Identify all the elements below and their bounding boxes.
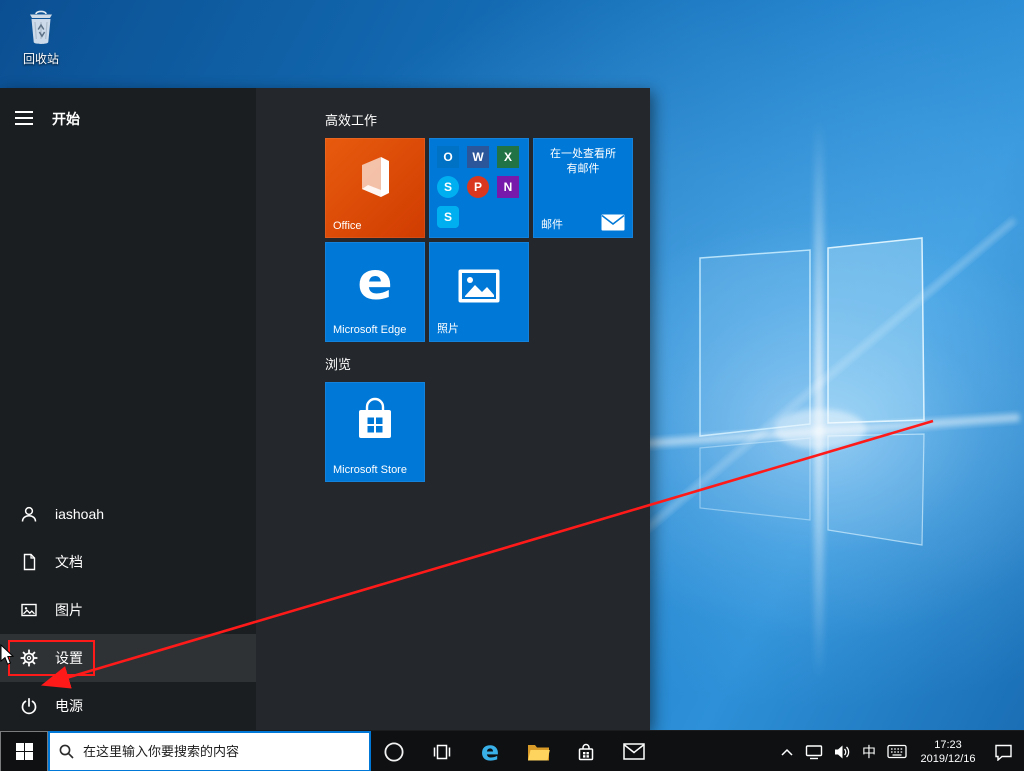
tile-mail[interactable]: 在一处查看所有邮件 邮件 <box>533 138 633 238</box>
task-view-icon <box>431 741 453 763</box>
recycle-bin-icon <box>22 6 60 48</box>
volume-button[interactable] <box>828 731 856 771</box>
tile-label: Microsoft Store <box>333 464 407 476</box>
sidebar-item-power[interactable]: 电源 <box>0 682 256 730</box>
ime-language-label: 中 <box>862 742 876 762</box>
file-explorer-button[interactable] <box>514 731 562 771</box>
edge-icon: e <box>481 731 499 771</box>
settings-label: 设置 <box>55 648 83 668</box>
tile-label: 照片 <box>437 320 459 336</box>
speaker-icon <box>833 744 851 760</box>
document-icon <box>19 552 39 572</box>
start-menu-left-rail: 开始 iashoah 文档 <box>0 88 256 730</box>
chevron-up-icon <box>781 748 793 756</box>
show-hidden-icons-button[interactable] <box>774 731 800 771</box>
sidebar-item-documents[interactable]: 文档 <box>0 538 256 586</box>
clock[interactable]: 17:23 2019/12/16 <box>912 738 984 766</box>
power-icon <box>19 696 39 716</box>
cortana-icon <box>383 741 405 763</box>
action-center-button[interactable] <box>984 731 1022 771</box>
powerpoint-icon: P <box>467 176 489 198</box>
recycle-bin-shortcut[interactable]: 回收站 <box>12 6 70 67</box>
user-icon <box>19 504 39 524</box>
system-tray: 中 17:23 2019/12/16 <box>774 731 1022 771</box>
office-apps-grid: O W X S P N S <box>429 138 529 238</box>
notification-bubble-icon <box>994 743 1013 761</box>
start-menu-tiles: 高效工作 Office O W X S P N S <box>325 88 645 730</box>
taskbar: e <box>0 730 1024 771</box>
folder-icon <box>527 742 550 762</box>
start-menu-rail-items: iashoah 文档 图片 <box>0 490 256 730</box>
tile-group-title-productivity: 高效工作 <box>325 110 377 129</box>
excel-icon: X <box>497 146 519 168</box>
ime-indicator[interactable]: 中 <box>856 731 882 771</box>
mail-taskbar-button[interactable] <box>610 731 658 771</box>
taskbar-app-icons: e <box>370 731 658 771</box>
user-name-label: iashoah <box>55 506 104 522</box>
start-menu: 开始 iashoah 文档 <box>0 88 650 730</box>
tile-microsoft-store[interactable]: Microsoft Store <box>325 382 425 482</box>
recycle-bin-label: 回收站 <box>12 50 70 67</box>
mail-icon <box>623 743 645 760</box>
sidebar-item-pictures[interactable]: 图片 <box>0 586 256 634</box>
skype-icon: S <box>437 206 459 228</box>
outlook-icon: O <box>437 146 459 168</box>
tile-label: 邮件 <box>541 216 563 232</box>
touch-keyboard-button[interactable] <box>882 731 912 771</box>
keyboard-icon <box>887 744 907 759</box>
tile-label: Microsoft Edge <box>333 324 406 336</box>
search-icon <box>58 743 75 760</box>
office-logo-icon <box>354 154 396 200</box>
store-bag-icon <box>352 396 398 444</box>
task-view-button[interactable] <box>418 731 466 771</box>
pictures-label: 图片 <box>55 600 83 620</box>
clock-time: 17:23 <box>912 738 984 752</box>
mail-envelope-icon <box>601 214 625 231</box>
gear-icon <box>19 648 39 668</box>
store-bag-icon <box>575 741 597 763</box>
skype-icon: S <box>437 176 459 198</box>
cortana-button[interactable] <box>370 731 418 771</box>
tile-group-title-explore: 浏览 <box>325 354 351 373</box>
hamburger-menu-icon[interactable] <box>15 109 35 127</box>
photos-icon <box>457 268 501 304</box>
edge-logo-icon: e <box>325 244 425 320</box>
network-icon <box>805 744 823 760</box>
pictures-icon <box>19 600 39 620</box>
onenote-icon: N <box>497 176 519 198</box>
tile-microsoft-edge[interactable]: e Microsoft Edge <box>325 242 425 342</box>
mail-tile-caption: 在一处查看所有邮件 <box>533 147 633 177</box>
tile-label: Office <box>333 220 362 232</box>
network-status-button[interactable] <box>800 731 828 771</box>
tile-photos[interactable]: 照片 <box>429 242 529 342</box>
tile-office-apps-folder[interactable]: O W X S P N S <box>429 138 529 238</box>
search-input[interactable] <box>83 744 361 759</box>
desktop: 回收站 开始 iashoah <box>0 0 1024 771</box>
taskbar-search-box[interactable] <box>48 731 371 771</box>
sidebar-item-user[interactable]: iashoah <box>0 490 256 538</box>
store-taskbar-button[interactable] <box>562 731 610 771</box>
tile-office[interactable]: Office <box>325 138 425 238</box>
power-label: 电源 <box>55 696 83 716</box>
windows-start-icon <box>16 743 33 760</box>
documents-label: 文档 <box>55 552 83 572</box>
start-button[interactable] <box>0 731 48 771</box>
word-icon: W <box>467 146 489 168</box>
edge-taskbar-button[interactable]: e <box>466 731 514 771</box>
sidebar-item-settings[interactable]: 设置 <box>0 634 256 682</box>
start-menu-title: 开始 <box>52 109 80 129</box>
clock-date: 2019/12/16 <box>912 752 984 766</box>
